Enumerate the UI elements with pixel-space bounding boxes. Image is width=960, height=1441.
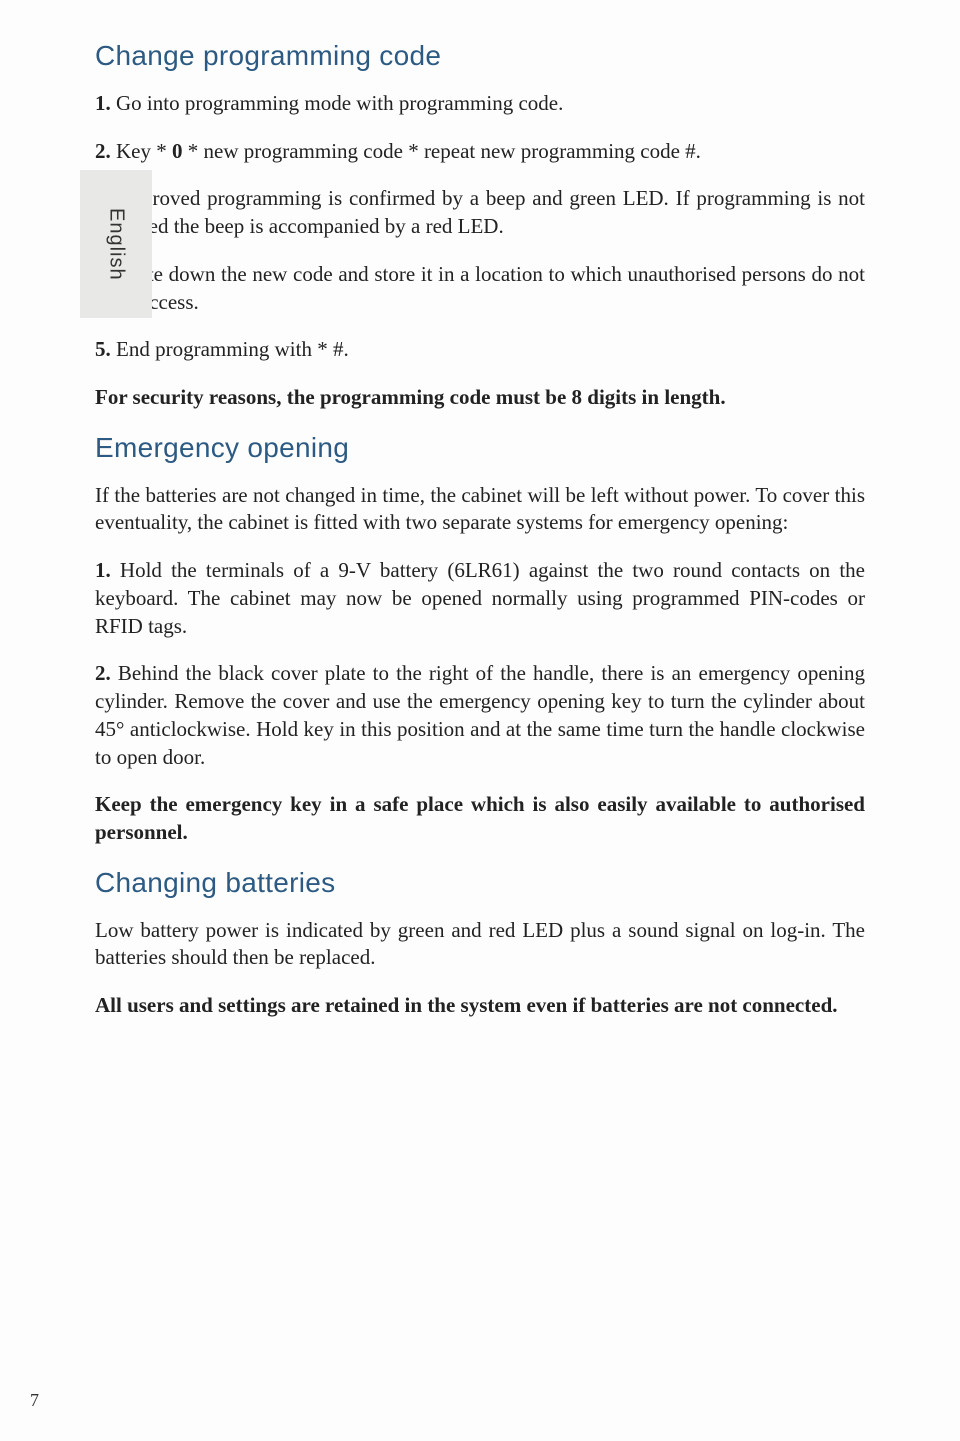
step-2-text-a: Key * [111,139,172,163]
emergency-step-2-number: 2. [95,661,111,685]
step-2-number: 2. [95,139,111,163]
step-1-number: 1. [95,91,111,115]
step-1-text: Go into programming mode with programmin… [111,91,564,115]
step-2-zero: 0 [172,139,183,163]
emergency-key-note: Keep the emergency key in a safe place w… [95,791,865,846]
heading-change-programming-code: Change programming code [95,40,865,72]
step-5-number: 5. [95,337,111,361]
heading-changing-batteries: Changing batteries [95,867,865,899]
step-1: 1. Go into programming mode with program… [95,90,865,118]
emergency-intro: If the batteries are not changed in time… [95,482,865,537]
batteries-para: Low battery power is indicated by green … [95,917,865,972]
emergency-step-2-text: Behind the black cover plate to the righ… [95,661,865,768]
emergency-step-2: 2. Behind the black cover plate to the r… [95,660,865,771]
emergency-step-1: 1. Hold the terminals of a 9-V battery (… [95,557,865,640]
step-3-text: Approved programming is confirmed by a b… [95,186,865,238]
emergency-step-1-number: 1. [95,558,111,582]
batteries-note: All users and settings are retained in t… [95,992,865,1020]
step-2: 2. Key * 0 * new programming code * repe… [95,138,865,166]
step-5-text: End programming with * #. [111,337,349,361]
heading-emergency-opening: Emergency opening [95,432,865,464]
step-4: 4. Write down the new code and store it … [95,261,865,316]
language-tab: English [80,170,152,318]
step-3: 3. Approved programming is confirmed by … [95,185,865,240]
emergency-step-1-text: Hold the terminals of a 9-V battery (6LR… [95,558,865,637]
language-tab-label: English [105,208,128,281]
page-number: 7 [30,1390,39,1411]
security-note: For security reasons, the programming co… [95,384,865,412]
step-4-text: Write down the new code and store it in … [95,262,865,314]
step-2-text-b: * new programming code * repeat new prog… [183,139,701,163]
step-5: 5. End programming with * #. [95,336,865,364]
